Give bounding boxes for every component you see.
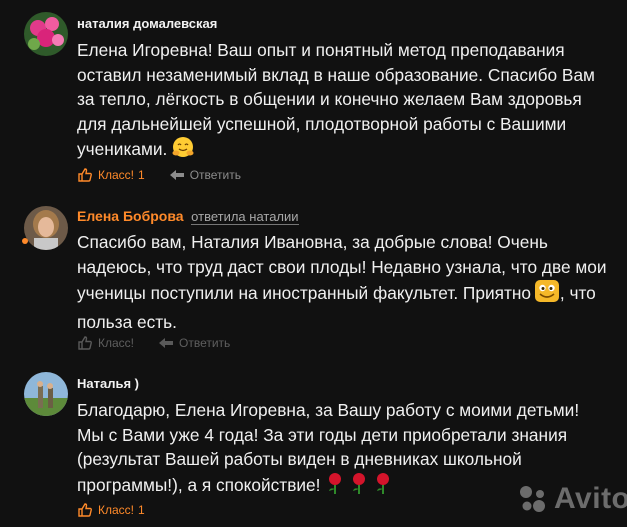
like-button[interactable]: Класс! bbox=[77, 335, 134, 351]
comment-body: Спасибо вам, Наталия Ивановна, за добрые… bbox=[77, 232, 607, 303]
comment-header: Наталья ) bbox=[77, 376, 139, 391]
reply-button[interactable]: Ответить bbox=[158, 336, 230, 350]
comment-header: наталия домалевская bbox=[77, 16, 217, 31]
reply-label: Ответить bbox=[179, 336, 231, 350]
thumbs-up-icon bbox=[78, 168, 92, 182]
avito-watermark: Avito bbox=[518, 482, 627, 516]
happy-face-emoji bbox=[534, 279, 560, 310]
comment-body: Елена Игоревна! Ваш опыт и понятный мето… bbox=[77, 40, 595, 159]
comment-actions: Класс! 1 bbox=[77, 502, 169, 518]
reply-label: Ответить bbox=[189, 168, 241, 182]
comment-header: Елена Боброва ответила наталии bbox=[77, 208, 299, 225]
author-name[interactable]: наталия домалевская bbox=[77, 16, 217, 31]
reply-arrow-icon bbox=[169, 170, 184, 180]
author-name[interactable]: Елена Боброва bbox=[77, 208, 184, 224]
avito-logo-icon bbox=[520, 486, 545, 512]
watermark-text: Avito bbox=[554, 482, 627, 515]
unread-indicator bbox=[22, 238, 28, 244]
rose-emoji bbox=[325, 472, 397, 501]
reply-to-link[interactable]: ответила наталии bbox=[191, 209, 299, 225]
like-button[interactable]: Класс! 1 bbox=[77, 167, 145, 183]
comment-text: Елена Игоревна! Ваш опыт и понятный мето… bbox=[77, 38, 607, 165]
comment-actions: Класс! Ответить bbox=[77, 335, 254, 351]
like-count: 1 bbox=[138, 503, 145, 517]
like-count: 1 bbox=[138, 168, 145, 182]
author-name[interactable]: Наталья ) bbox=[77, 376, 139, 391]
like-button[interactable]: Класс! 1 bbox=[77, 502, 145, 518]
thumbs-up-icon bbox=[78, 503, 92, 517]
like-label: Класс! bbox=[98, 336, 134, 350]
reply-button[interactable]: Ответить bbox=[169, 168, 241, 182]
avatar[interactable] bbox=[24, 206, 68, 250]
reply-arrow-icon bbox=[159, 338, 173, 348]
avatar[interactable] bbox=[24, 12, 68, 56]
like-label: Класс! bbox=[98, 503, 134, 517]
comment-text: Спасибо вам, Наталия Ивановна, за добрые… bbox=[77, 230, 607, 334]
avatar[interactable] bbox=[24, 372, 68, 416]
like-label: Класс! bbox=[98, 168, 134, 182]
comment-actions: Класс! 1 Ответить bbox=[77, 167, 265, 183]
thumbs-up-icon bbox=[78, 336, 92, 350]
hugging-face-emoji bbox=[172, 136, 194, 165]
